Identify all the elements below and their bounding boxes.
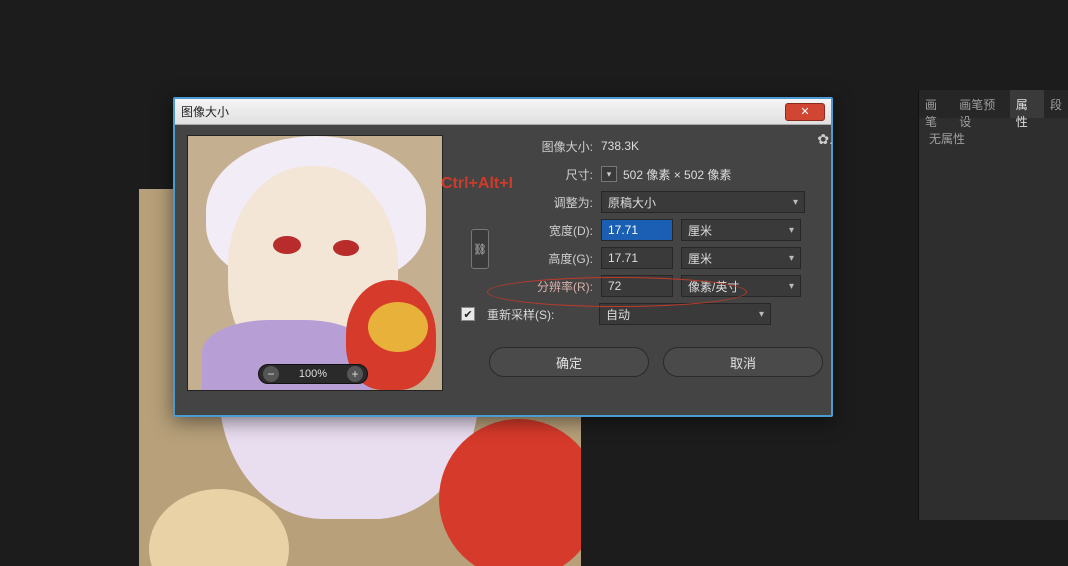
fields-column: ✿. ⛓ 图像大小: 738.3K 尺寸: ▾ 502 像素 × 502 像素 … xyxy=(443,125,837,415)
shortcut-annotation: Ctrl+Alt+I xyxy=(441,175,513,193)
zoom-control: − 100% + xyxy=(258,364,368,384)
resolution-input[interactable]: 72 xyxy=(601,275,673,297)
tab-brush-presets[interactable]: 画笔预设 xyxy=(953,90,1009,118)
image-size-dialog: 图像大小 ✕ − 100% + ✿. xyxy=(173,97,833,417)
fit-to-select[interactable]: 原稿大小 ▾ xyxy=(601,191,805,213)
dialog-titlebar[interactable]: 图像大小 ✕ xyxy=(175,99,831,125)
dialog-title: 图像大小 xyxy=(181,103,229,120)
ok-button[interactable]: 确定 xyxy=(489,347,649,377)
properties-panel: 画笔 画笔预设 属性 段 无属性 xyxy=(918,90,1068,520)
dimensions-unit-toggle[interactable]: ▾ xyxy=(601,166,617,182)
resample-label: 重新采样(S): xyxy=(487,306,599,323)
height-unit-value: 厘米 xyxy=(688,250,712,267)
preview-column: − 100% + xyxy=(175,125,443,415)
resample-checkbox[interactable]: ✔ xyxy=(461,307,475,321)
fit-to-select-value: 原稿大小 xyxy=(608,194,656,211)
image-preview[interactable]: − 100% + xyxy=(187,135,443,391)
tab-paragraph[interactable]: 段 xyxy=(1044,90,1068,118)
chevron-down-icon: ▾ xyxy=(789,253,794,264)
zoom-value: 100% xyxy=(299,368,327,380)
chevron-down-icon: ▾ xyxy=(789,225,794,236)
cancel-button[interactable]: 取消 xyxy=(663,347,823,377)
panel-tab-strip: 画笔 画笔预设 属性 段 xyxy=(919,90,1068,118)
constrain-link-icon[interactable]: ⛓ xyxy=(471,229,489,269)
width-input[interactable]: 17.71 xyxy=(601,219,673,241)
resolution-unit-value: 像素/英寸 xyxy=(688,278,739,295)
height-label: 高度(G): xyxy=(489,250,601,267)
resolution-label: 分辨率(R): xyxy=(489,278,601,295)
resample-method-value: 自动 xyxy=(606,306,630,323)
zoom-in-button[interactable]: + xyxy=(347,366,363,382)
width-unit-value: 厘米 xyxy=(688,222,712,239)
resolution-unit-select[interactable]: 像素/英寸 ▾ xyxy=(681,275,801,297)
dimensions-value: 502 像素 × 502 像素 xyxy=(623,166,731,183)
chevron-down-icon: ▾ xyxy=(759,309,764,320)
resample-method-select[interactable]: 自动 ▾ xyxy=(599,303,771,325)
tab-properties[interactable]: 属性 xyxy=(1010,90,1044,118)
fit-to-label: 调整为: xyxy=(489,194,601,211)
image-size-value: 738.3K xyxy=(601,139,639,153)
width-label: 宽度(D): xyxy=(489,222,601,239)
image-size-label: 图像大小: xyxy=(489,138,601,155)
close-button[interactable]: ✕ xyxy=(785,103,825,121)
height-input[interactable]: 17.71 xyxy=(601,247,673,269)
width-unit-select[interactable]: 厘米 ▾ xyxy=(681,219,801,241)
zoom-out-button[interactable]: − xyxy=(263,366,279,382)
tab-brush[interactable]: 画笔 xyxy=(919,90,953,118)
close-icon: ✕ xyxy=(800,105,809,118)
chevron-down-icon: ▾ xyxy=(789,281,794,292)
properties-panel-body: 无属性 xyxy=(919,118,1068,159)
height-unit-select[interactable]: 厘米 ▾ xyxy=(681,247,801,269)
chevron-down-icon: ▾ xyxy=(793,197,798,208)
